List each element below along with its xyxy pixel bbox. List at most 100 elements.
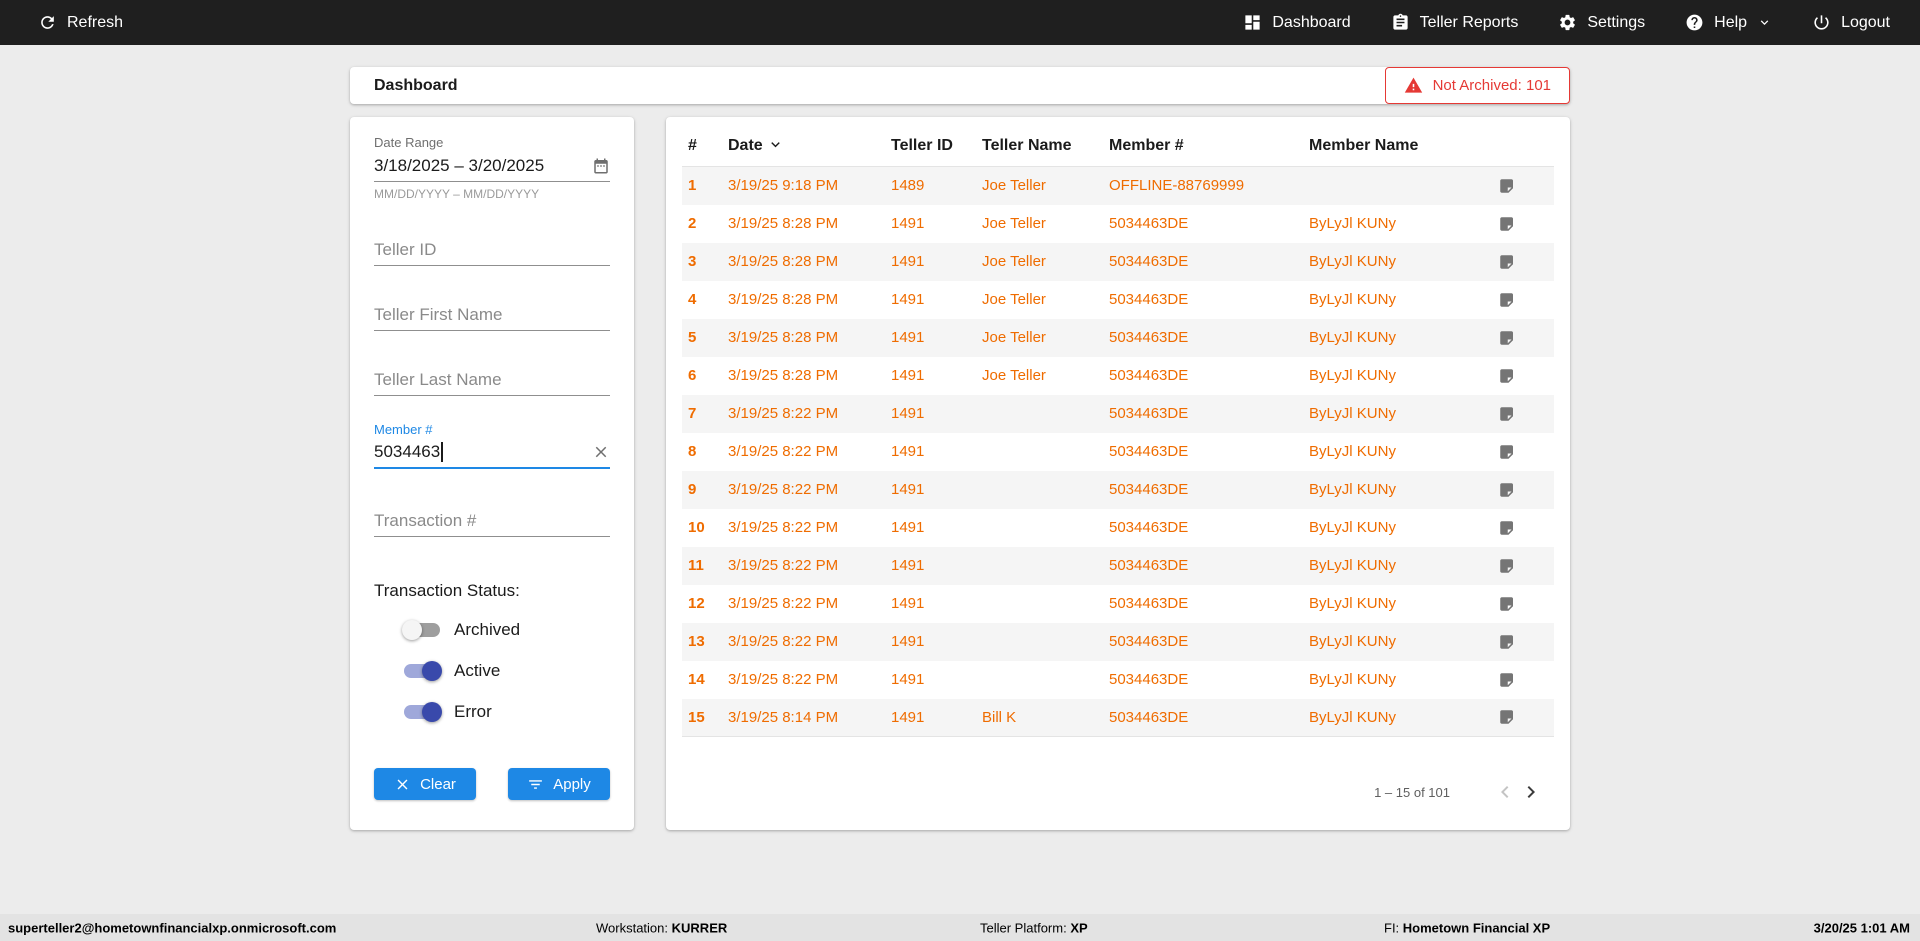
cell-memo [1490,699,1554,737]
cell-teller-id: 1491 [891,405,925,422]
teller-last-name-input[interactable] [374,369,610,390]
table-row[interactable]: 15 3/19/25 8:14 PM 1491 Bill K 5034463DE ByLy… [682,698,1554,737]
workstation-label: Workstation: [596,920,669,935]
next-page-button[interactable] [1518,779,1544,805]
filter-actions: Clear Apply [374,768,610,800]
teller-last-name-field[interactable] [374,364,610,396]
cell-num: 8 [688,443,697,460]
memo-icon[interactable] [1498,367,1516,385]
table-row[interactable]: 1 3/19/25 9:18 PM 1489 Joe Teller OFFLINE-88… [682,166,1554,205]
toggle-row-archived: Archived [402,618,610,642]
nav-logout[interactable]: Logout [1812,13,1890,32]
cell-memo [1490,547,1554,585]
calendar-icon[interactable] [592,157,610,175]
table-row[interactable]: 9 3/19/25 8:22 PM 1491 5034463DE ByLyJl KUNy [682,470,1554,509]
teller-id-field[interactable] [374,234,610,266]
clear-x-icon [397,779,408,789]
memo-icon[interactable] [1498,671,1516,689]
previous-page-button [1492,779,1518,805]
table-row[interactable]: 7 3/19/25 8:22 PM 1491 5034463DE ByLyJl KUNy [682,394,1554,433]
memo-icon[interactable] [1498,177,1516,195]
cell-member-number: 5034463DE [1109,215,1189,232]
memo-icon[interactable] [1498,557,1516,575]
memo-icon[interactable] [1498,253,1516,271]
cell-member-name: ByLyJl KUNy [1309,671,1396,688]
cell-teller-name [974,433,1101,471]
active-toggle-label: Active [454,661,501,680]
nav-settings[interactable]: Settings [1558,13,1645,32]
col-header-member-number[interactable]: Member # [1101,123,1301,167]
table-row[interactable]: 5 3/19/25 8:28 PM 1491 Joe Teller 5034463DE B… [682,318,1554,357]
clear-field-icon[interactable] [592,443,610,461]
teller-first-name-input[interactable] [374,304,610,325]
nav-help-label: Help [1714,13,1748,31]
col-header-teller-name[interactable]: Teller Name [974,123,1101,167]
memo-icon[interactable] [1498,708,1516,726]
table-row[interactable]: 13 3/19/25 8:22 PM 1491 5034463DE ByLyJl KUN… [682,622,1554,661]
text-cursor [441,442,444,462]
table-row[interactable]: 10 3/19/25 8:22 PM 1491 5034463DE ByLyJl KUN… [682,509,1554,547]
table-row[interactable]: 4 3/19/25 8:28 PM 1491 Joe Teller 5034463DE B… [682,281,1554,319]
col-header-date[interactable]: Date [720,123,883,167]
table-row[interactable]: 8 3/19/25 8:22 PM 1491 5034463DE ByLyJl KUNy [682,433,1554,471]
date-range-input[interactable]: 3/18/2025 – 3/20/2025 [374,150,610,182]
table-row[interactable]: 6 3/19/25 8:28 PM 1491 Joe Teller 5034463DE B… [682,357,1554,395]
cell-memo [1490,471,1554,509]
cell-teller-name [974,585,1101,623]
cell-num: 13 [688,633,705,650]
memo-icon[interactable] [1498,519,1516,537]
memo-icon[interactable] [1498,595,1516,613]
table-row[interactable]: 12 3/19/25 8:22 PM 1491 5034463DE ByLyJl KUN… [682,585,1554,623]
sort-desc-icon [771,142,780,148]
warning-icon [1404,77,1422,93]
active-toggle[interactable] [404,661,442,681]
refresh-button[interactable]: Refresh [38,13,123,32]
col-header-teller-id[interactable]: Teller ID [883,123,974,167]
error-toggle-label: Error [454,702,492,721]
cell-date: 3/19/25 8:28 PM [728,291,839,308]
cell-member-name: ByLyJl KUNy [1309,253,1396,270]
table-row[interactable]: 11 3/19/25 8:22 PM 1491 5034463DE ByLyJl KUN… [682,546,1554,585]
transaction-number-input[interactable] [374,510,610,531]
cell-date: 3/19/25 8:22 PM [728,595,839,612]
memo-icon[interactable] [1498,329,1516,347]
cell-member-number: 5034463DE [1109,367,1189,384]
archived-toggle[interactable] [402,620,440,640]
nav-dashboard[interactable]: Dashboard [1243,13,1351,32]
date-range-field: Date Range 3/18/2025 – 3/20/2025 MM/DD/Y… [374,135,610,201]
transaction-number-field[interactable] [374,505,610,537]
teller-id-input[interactable] [374,239,610,260]
table-row[interactable]: 14 3/19/25 8:22 PM 1491 5034463DE ByLyJl KUN… [682,661,1554,699]
nav-teller-reports[interactable]: Teller Reports [1391,13,1518,32]
cell-member-name: ByLyJl KUNy [1309,481,1396,498]
cell-teller-name [974,471,1101,509]
memo-icon[interactable] [1498,633,1516,651]
member-number-input[interactable]: 5034463 [374,437,610,469]
toggle-row-active: Active [404,659,610,683]
memo-icon[interactable] [1498,481,1516,499]
filter-panel: Date Range 3/18/2025 – 3/20/2025 MM/DD/Y… [350,117,634,830]
cell-member-name [1301,167,1490,205]
table-row[interactable]: 3 3/19/25 8:28 PM 1491 Joe Teller 5034463DE B… [682,242,1554,281]
error-toggle[interactable] [404,702,442,722]
memo-icon[interactable] [1498,215,1516,233]
cell-teller-id: 1491 [891,481,925,498]
topbar-nav: Dashboard Teller Reports Settings Help L… [1243,13,1890,32]
memo-icon[interactable] [1498,405,1516,423]
apply-button[interactable]: Apply [508,768,610,800]
platform-label: Teller Platform: [980,920,1067,935]
clear-button[interactable]: Clear [374,768,476,800]
memo-icon[interactable] [1498,443,1516,461]
cell-member-name: ByLyJl KUNy [1309,367,1396,384]
table-row[interactable]: 2 3/19/25 8:28 PM 1491 Joe Teller 5034463DE B… [682,205,1554,243]
refresh-icon [41,16,54,29]
teller-reports-icon [1393,13,1408,30]
cell-member-name: ByLyJl KUNy [1309,443,1396,460]
col-header-member-name[interactable]: Member Name [1301,123,1490,167]
dashboard-icon [1245,15,1260,30]
nav-help[interactable]: Help [1685,13,1772,32]
cell-member-number: 5034463DE [1109,557,1189,574]
memo-icon[interactable] [1498,291,1516,309]
cell-memo [1490,357,1554,395]
teller-first-name-field[interactable] [374,299,610,331]
